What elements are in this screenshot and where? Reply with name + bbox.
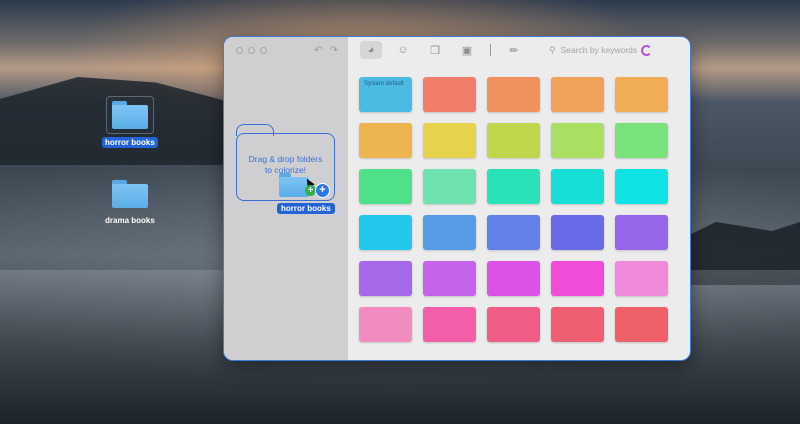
swatch-label: System default bbox=[364, 81, 404, 87]
color-swatch[interactable] bbox=[487, 123, 540, 158]
desktop-folder-drama-books[interactable]: drama books bbox=[102, 176, 158, 226]
add-badge-icon: + bbox=[315, 183, 330, 198]
folder-colorizer-window: ↶ ↷ Drag & drop folders to colorize! ◕ ☺… bbox=[224, 37, 690, 360]
minimize-window-button[interactable] bbox=[248, 47, 255, 54]
color-swatch[interactable] bbox=[551, 169, 604, 204]
color-swatch[interactable] bbox=[423, 215, 476, 250]
dragged-folder bbox=[279, 173, 309, 197]
color-swatch[interactable] bbox=[551, 261, 604, 296]
color-swatch[interactable] bbox=[487, 261, 540, 296]
zoom-window-button[interactable] bbox=[260, 47, 267, 54]
color-swatch[interactable] bbox=[615, 215, 668, 250]
color-swatch[interactable] bbox=[487, 169, 540, 204]
toolbar: ◕ ☺ ❐ ▣ ✏ ⚲ Search by keywords bbox=[348, 37, 690, 63]
color-swatch[interactable]: System default bbox=[359, 77, 412, 112]
search-field[interactable]: ⚲ Search by keywords bbox=[549, 44, 653, 56]
desktop-folder-horror-books[interactable]: horror books bbox=[102, 96, 158, 148]
eyedropper-icon[interactable]: ✏ bbox=[503, 41, 525, 59]
color-swatch[interactable] bbox=[551, 307, 604, 342]
color-swatch[interactable] bbox=[615, 307, 668, 342]
color-swatch[interactable] bbox=[487, 307, 540, 342]
color-swatch[interactable] bbox=[359, 215, 412, 250]
image-icon[interactable]: ▣ bbox=[456, 41, 478, 59]
color-swatch[interactable] bbox=[359, 169, 412, 204]
loading-spinner-icon bbox=[641, 44, 653, 56]
color-swatch[interactable] bbox=[551, 215, 604, 250]
color-swatch-grid: System default bbox=[359, 77, 668, 342]
folder-icon bbox=[111, 101, 148, 129]
color-swatch[interactable] bbox=[551, 77, 604, 112]
folder-icon bbox=[279, 173, 309, 197]
search-icon: ⚲ bbox=[549, 44, 556, 55]
emoji-icon[interactable]: ☺ bbox=[392, 41, 414, 59]
undo-redo-group: ↶ ↷ bbox=[314, 45, 338, 56]
color-swatch[interactable] bbox=[615, 169, 668, 204]
undo-icon[interactable]: ↶ bbox=[314, 45, 322, 56]
color-swatch[interactable] bbox=[551, 123, 604, 158]
desktop-folder-label: horror books bbox=[102, 137, 158, 148]
close-window-button[interactable] bbox=[236, 47, 243, 54]
selection-highlight bbox=[105, 96, 154, 134]
color-swatch[interactable] bbox=[487, 215, 540, 250]
dragged-folder-label: horror books bbox=[277, 203, 335, 214]
layers-icon[interactable]: ❐ bbox=[424, 41, 446, 59]
color-swatch[interactable] bbox=[423, 123, 476, 158]
toolbar-divider bbox=[490, 44, 491, 56]
palette-icon[interactable]: ◕ bbox=[360, 41, 382, 59]
search-placeholder: Search by keywords bbox=[560, 45, 638, 55]
color-swatch[interactable] bbox=[359, 307, 412, 342]
color-swatch[interactable] bbox=[615, 123, 668, 158]
color-swatch[interactable] bbox=[423, 169, 476, 204]
color-swatch[interactable] bbox=[615, 261, 668, 296]
color-swatch[interactable] bbox=[359, 261, 412, 296]
color-swatch[interactable] bbox=[423, 261, 476, 296]
color-swatch[interactable] bbox=[359, 123, 412, 158]
color-swatch[interactable] bbox=[423, 307, 476, 342]
color-swatch[interactable] bbox=[615, 77, 668, 112]
folder-icon bbox=[111, 180, 148, 208]
color-swatch[interactable] bbox=[487, 77, 540, 112]
dropzone-text-line1: Drag & drop folders bbox=[248, 154, 323, 164]
color-swatch[interactable] bbox=[423, 77, 476, 112]
window-controls bbox=[236, 47, 267, 54]
desktop-folder-label: drama books bbox=[105, 216, 155, 225]
sidebar: ↶ ↷ Drag & drop folders to colorize! bbox=[224, 37, 348, 360]
redo-icon[interactable]: ↷ bbox=[330, 45, 338, 56]
